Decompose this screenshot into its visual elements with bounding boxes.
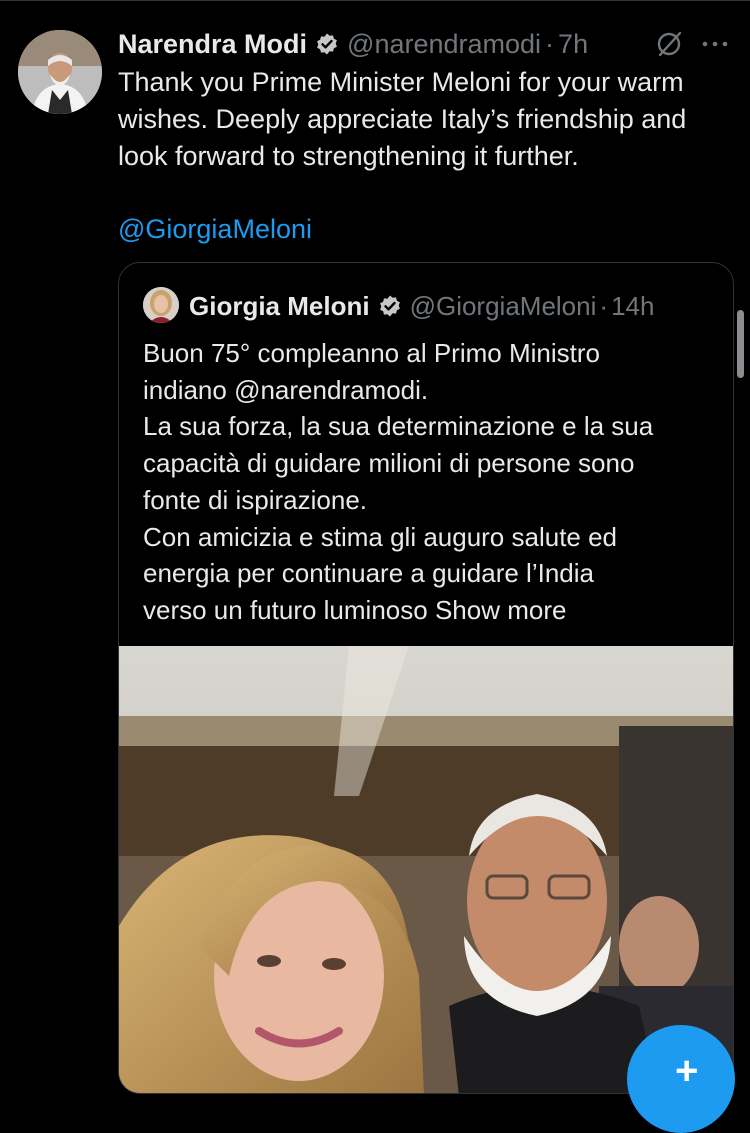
quoted-text-line: indiano @narendramodi. — [143, 374, 429, 405]
separator-dot: · — [545, 28, 555, 59]
verified-badge-icon — [315, 32, 339, 56]
verified-badge-icon — [378, 294, 402, 318]
author-handle[interactable]: @narendramodi — [347, 29, 541, 60]
quoted-text-line: Con amicizia e stima gli auguro salute e… — [143, 521, 618, 552]
quoted-author-handle[interactable]: @GiorgiaMeloni — [410, 291, 597, 322]
quoted-text-line: capacità di guidare milioni di persone s… — [143, 448, 635, 479]
quoted-text-line: verso un futuro luminoso — [143, 594, 428, 625]
show-more-link[interactable]: Show more — [435, 595, 567, 625]
quoted-author-name[interactable]: Giorgia Meloni — [189, 291, 370, 322]
quoted-text-line: energia per continuare a guidare l’India — [143, 558, 594, 589]
top-divider — [0, 0, 750, 1]
quoted-photo[interactable] — [119, 646, 733, 1093]
tweet-text: Thank you Prime Minister Meloni for your… — [118, 67, 687, 171]
compose-button[interactable]: + — [627, 1025, 735, 1133]
grok-icon[interactable] — [654, 29, 684, 64]
quoted-tweet[interactable]: Giorgia Meloni @GiorgiaMeloni · 14h Buon… — [118, 262, 734, 1094]
more-icon[interactable] — [700, 32, 730, 61]
author-name[interactable]: Narendra Modi — [118, 29, 307, 60]
separator-dot: · — [599, 290, 609, 321]
quoted-text-line: Buon 75° compleanno al Primo Ministro — [143, 338, 600, 368]
quoted-text-last-line: verso un futuro luminoso Show more — [143, 592, 723, 629]
quoted-text: Buon 75° compleanno al Primo Ministro in… — [143, 335, 723, 629]
scrollbar-thumb[interactable] — [737, 310, 744, 378]
quoted-text-line: fonte di ispirazione. — [143, 484, 368, 515]
mention-link[interactable]: @GiorgiaMeloni — [118, 211, 312, 248]
tweet-time[interactable]: 7h — [558, 29, 588, 60]
quoted-header: Giorgia Meloni @GiorgiaMeloni · 14h — [189, 287, 654, 325]
quoted-text-line: La sua forza, la sua determinazione e la… — [143, 411, 654, 442]
compose-plus-icon: + — [675, 1049, 699, 1093]
quoted-time[interactable]: 14h — [611, 291, 654, 322]
tweet-header: Narendra Modi @narendramodi · 7h — [118, 26, 730, 62]
quoted-author-avatar[interactable] — [143, 287, 179, 323]
author-avatar[interactable] — [18, 30, 102, 114]
